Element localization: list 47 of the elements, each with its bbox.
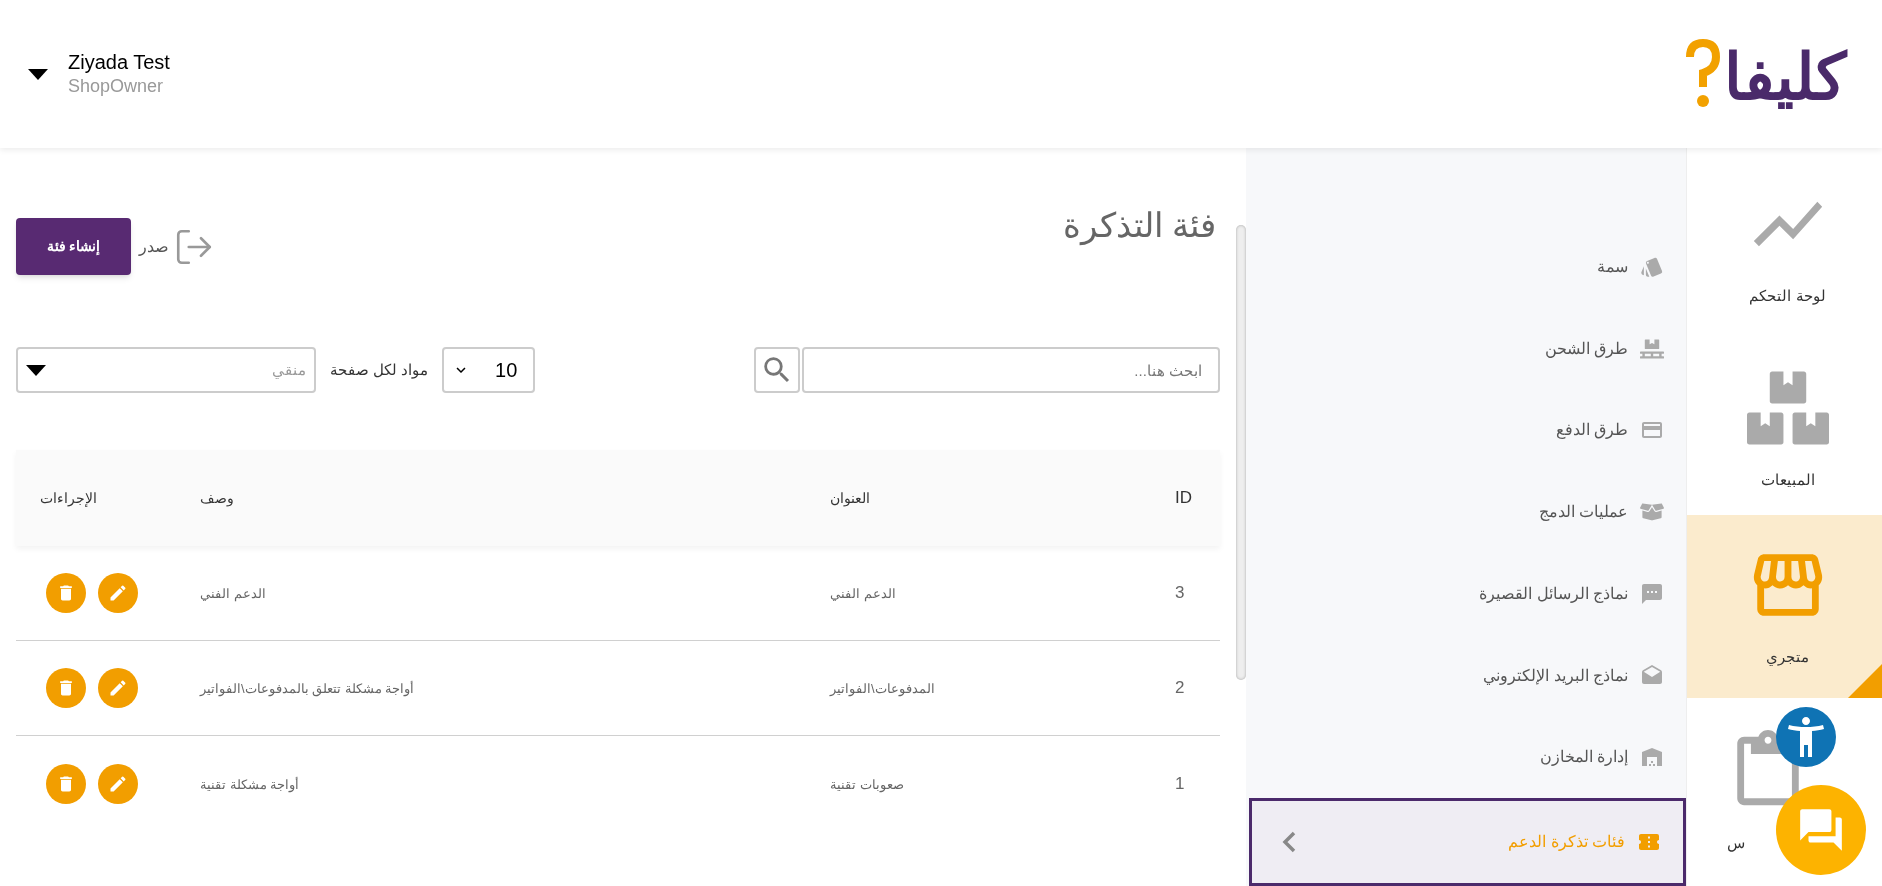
delete-button[interactable] (46, 763, 86, 804)
edit-button[interactable] (98, 668, 138, 708)
user-name: Ziyada Test (68, 50, 170, 76)
table-cell: 1 (1175, 773, 1185, 793)
page-title: فئة التذكرة (1062, 205, 1217, 248)
submenu-item[interactable]: نماذج البريد الإلكتروني (1246, 634, 1686, 717)
per-page-label: مواد لكل صفحة (330, 359, 429, 381)
caret-icon (26, 364, 46, 376)
search-button[interactable] (754, 347, 800, 393)
table-cell: الدعم الفني (830, 586, 896, 601)
column-header: العنوان (830, 490, 870, 506)
caret-icon[interactable] (28, 68, 48, 80)
submenu-item[interactable]: عمليات الدمج (1246, 471, 1686, 553)
pallet-icon (1640, 336, 1664, 361)
pencil-icon (108, 678, 128, 698)
table-cell: صعوبات تقنية (830, 776, 904, 792)
per-page-select[interactable]: 10 (442, 347, 536, 393)
table-cell: 2 (1175, 678, 1185, 698)
sms-icon (1640, 581, 1664, 606)
edit-button[interactable] (98, 573, 138, 613)
submenu-item[interactable]: طرق الشحن (1246, 307, 1686, 390)
chevron-icon (1282, 831, 1296, 854)
logo: كليفا (1686, 39, 1854, 109)
column-header: وصف (200, 490, 234, 506)
table-cell: المدفوعات\الفواتير (830, 681, 935, 696)
pencil-icon (108, 773, 128, 794)
create-category-button[interactable]: إنشاء فئة (16, 218, 131, 275)
delete-button[interactable] (46, 668, 86, 708)
table-cell: 3 (1175, 583, 1185, 603)
column-header: ID (1175, 488, 1192, 508)
delete-button[interactable] (46, 573, 86, 613)
search-field[interactable]: ابحث هنا... (802, 347, 1220, 393)
logo-mark-icon (1686, 39, 1720, 109)
pencil-icon (108, 583, 128, 603)
table-cell: أواجة مشكلة تتعلق بالمدفوعات\الفواتير (200, 681, 415, 696)
rail-item[interactable]: متجري (1687, 515, 1882, 698)
submenu-item[interactable]: إدارة المخازن (1246, 716, 1686, 799)
table-cell: الدعم الفني (200, 586, 266, 601)
user-role: ShopOwner (68, 75, 165, 98)
column-header: الإجراءات (40, 490, 97, 506)
submenu-item[interactable]: نماذج الرسائل القصيرة (1246, 553, 1686, 635)
submenu-item[interactable]: طرق الدفع (1246, 389, 1686, 472)
table-cell: أواجة مشكلة تقنية (200, 776, 300, 792)
submenu-item[interactable]: سمة (1246, 226, 1686, 308)
scrollbar[interactable] (1236, 225, 1246, 680)
edit-button[interactable] (98, 763, 138, 804)
export-button[interactable]: صدر (139, 225, 215, 268)
